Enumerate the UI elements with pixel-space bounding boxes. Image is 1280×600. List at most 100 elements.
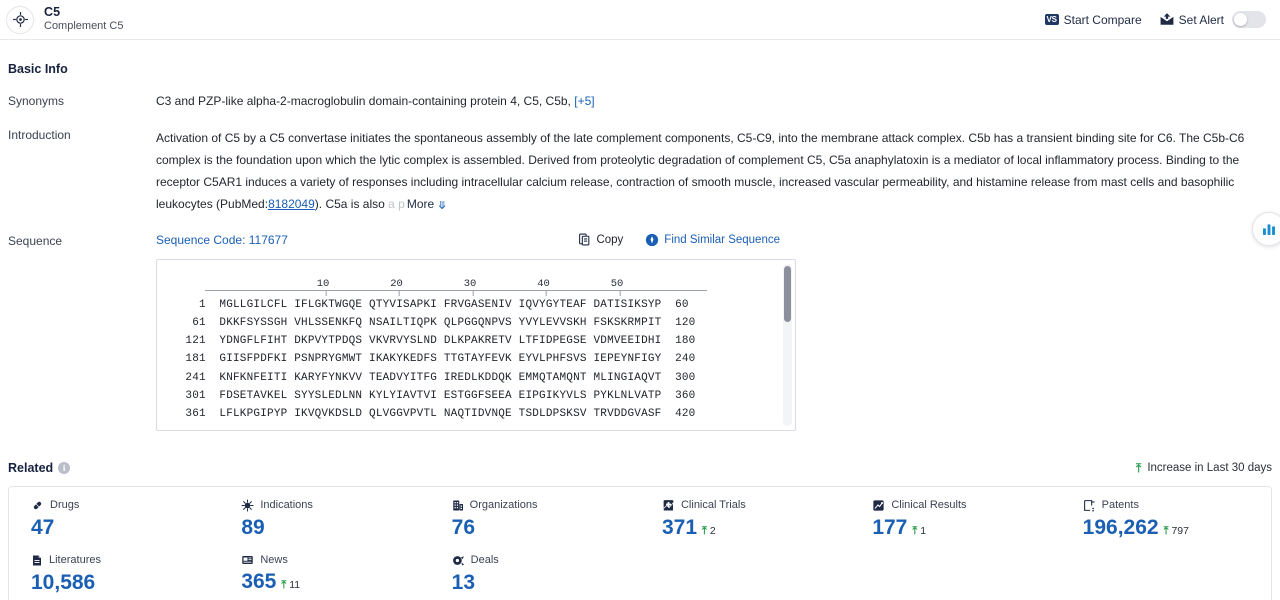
sequence-label: Sequence: [8, 233, 63, 248]
stat-header: Clinical Results: [872, 499, 1060, 512]
stat-card[interactable]: Literatures 10,586: [9, 554, 219, 595]
entity-title-group: C5 Complement C5: [44, 6, 123, 33]
stat-header: Indications: [241, 499, 429, 512]
ruler-tick: 30: [464, 278, 476, 296]
stat-card[interactable]: Organizations 76: [430, 499, 640, 540]
stat-label: Literatures: [49, 554, 101, 567]
sequence-line: 181 GIISFPDFKI PSNPRYGMWT IKAKYKEDFS TTG…: [165, 353, 696, 366]
sequence-row: Sequence Sequence Code: 117677 Copy Find…: [8, 233, 1272, 431]
introduction-row: Introduction Activation of C5 by a C5 co…: [8, 127, 1272, 216]
stat-header: Organizations: [452, 499, 640, 512]
stat-value-row: 10,586: [31, 571, 219, 595]
clinical-trial-icon: [662, 499, 675, 512]
set-alert-toggle[interactable]: [1232, 11, 1266, 28]
stat-header: Literatures: [31, 554, 219, 567]
chart-bar-icon[interactable]: [1252, 212, 1280, 246]
ruler-tick: 40: [537, 278, 550, 296]
stat-card[interactable]: Clinical Results 177 ⤒ 1: [850, 499, 1060, 540]
literature-icon: [31, 554, 43, 567]
stat-value-row: 89: [241, 516, 429, 540]
set-alert-control[interactable]: Set Alert: [1160, 11, 1266, 28]
sequence-line: 301 FDSETAVKEL SYYSLEDLNN KYLYIAVTVI EST…: [165, 389, 696, 402]
introduction-body-2: ). C5a is also: [314, 197, 385, 212]
stat-value: 177: [872, 515, 908, 539]
introduction-faded-text: a p: [384, 197, 405, 212]
stat-value-row: 47: [31, 516, 219, 540]
pubmed-link[interactable]: 8182049: [268, 197, 315, 211]
increase-legend: ⤒ Increase in Last 30 days: [1136, 461, 1272, 476]
stat-label: News: [260, 553, 288, 566]
stat-value: 10,586: [31, 570, 96, 594]
stat-value-row: 371 ⤒ 2: [662, 516, 850, 540]
stat-value-row: 177 ⤒ 1: [872, 516, 1060, 540]
stat-card[interactable]: Deals 13: [430, 554, 640, 595]
synonyms-text: C3 and PZP-like alpha-2-macroglobulin do…: [156, 94, 571, 108]
introduction-more-button[interactable]: More ⤋: [404, 197, 447, 212]
copy-icon: [578, 233, 591, 246]
stat-card[interactable]: Indications 89: [219, 499, 429, 540]
basic-info-title: Basic Info: [8, 62, 68, 76]
stat-header: News: [241, 554, 429, 566]
stat-delta: ⤒ 2: [702, 525, 716, 538]
stat-label: Clinical Results: [891, 499, 967, 512]
related-header: Related i ⤒ Increase in Last 30 days: [8, 461, 1272, 476]
sequence-scrollbar[interactable]: [783, 263, 792, 426]
stat-value: 365: [241, 569, 277, 593]
stat-value: 13: [451, 570, 476, 594]
copy-sequence-button[interactable]: Copy: [578, 233, 623, 246]
stat-value: 196,262: [1082, 515, 1159, 539]
sequence-scrollbar-thumb[interactable]: [784, 265, 791, 322]
building-icon: [452, 499, 464, 512]
ruler-tick: 20: [390, 278, 403, 296]
stat-value-row: 76: [452, 516, 640, 540]
sequence-line: 241 KNFKNFEITI KARYFYNKVV TEADVYITFG IRE…: [165, 371, 696, 384]
page-subtitle: Complement C5: [44, 20, 124, 33]
target-icon: [6, 5, 34, 34]
stats-grid: Drugs 47 Indications 89 Organizations 76 Clini…: [9, 499, 1271, 595]
ruler-line: [205, 289, 707, 291]
pill-icon: [31, 499, 44, 512]
synonyms-more-link[interactable]: [+5]: [574, 94, 594, 108]
ruler-tick: 50: [611, 278, 623, 296]
main-content: Basic Info Synonyms C3 and PZP-like alph…: [0, 62, 1280, 600]
sequence-ruler: 10 20 30 40 50: [205, 272, 723, 296]
vs-icon: VS: [1044, 14, 1059, 25]
stat-label: Drugs: [50, 499, 80, 512]
stat-card[interactable]: Drugs 47: [9, 499, 219, 540]
sequence-viewer[interactable]: 10 20 30 40 50 1 MGLLGILCFL IFLGKTWGQE QTYVI…: [156, 258, 796, 431]
find-similar-sequence-button[interactable]: Find Similar Sequence: [645, 233, 780, 247]
set-alert-label: Set Alert: [1178, 12, 1224, 27]
sequence-code[interactable]: Sequence Code: 117677: [156, 233, 288, 247]
stat-card[interactable]: Patents 196,262 ⤒ 797: [1061, 499, 1271, 540]
sequence-header: Sequence Code: 117677 Copy Find Similar …: [156, 233, 1272, 247]
stat-card[interactable]: Clinical Trials 371 ⤒ 2: [640, 499, 850, 540]
sequence-tools: Copy Find Similar Sequence: [578, 233, 1272, 247]
stat-label: Organizations: [469, 499, 538, 512]
header-actions: VS Start Compare Set Alert: [1044, 11, 1266, 28]
deal-icon: [452, 554, 465, 567]
arrow-up-icon: ⤒: [702, 524, 707, 537]
stat-header: Clinical Trials: [662, 499, 850, 512]
stat-value: 47: [31, 515, 55, 539]
sequence-line: 61 DKKFSYSSGH VHLSSENKFQ NSAILTIQPK QLPG…: [165, 316, 696, 329]
arrow-up-icon: ⤒: [1163, 524, 1169, 537]
related-stats-card: Drugs 47 Indications 89 Organizations 76 Clini…: [8, 485, 1272, 600]
basic-info-heading: Basic Info: [8, 62, 1272, 76]
patent-icon: [1083, 499, 1096, 512]
synonyms-row: Synonyms C3 and PZP-like alpha-2-macrogl…: [8, 93, 1272, 110]
stat-value-row: 196,262 ⤒ 797: [1083, 516, 1271, 540]
stat-delta-value: 2: [709, 524, 716, 537]
sequence-line: 1 MGLLGILCFL IFLGKTWGQE QTYVISAPKI FRVGA…: [165, 298, 689, 311]
stat-delta: ⤒ 1: [912, 525, 926, 538]
info-icon[interactable]: i: [58, 462, 71, 475]
chevron-down-icon: ⤋: [437, 200, 447, 213]
stat-value: 76: [451, 515, 476, 539]
stat-delta: ⤒ 797: [1164, 525, 1189, 538]
alert-envelope-icon: [1160, 13, 1174, 26]
stat-card[interactable]: News 365 ⤒ 11: [219, 554, 429, 595]
stat-label: Indications: [260, 499, 313, 512]
more-label: More: [406, 197, 435, 212]
find-similar-label: Find Similar Sequence: [664, 233, 780, 246]
start-compare-button[interactable]: VS Start Compare: [1044, 13, 1142, 27]
sequence-line: 121 YDNGFLFIHT DKPVYTPDQS VKVRVYSLND DLK…: [165, 335, 696, 348]
